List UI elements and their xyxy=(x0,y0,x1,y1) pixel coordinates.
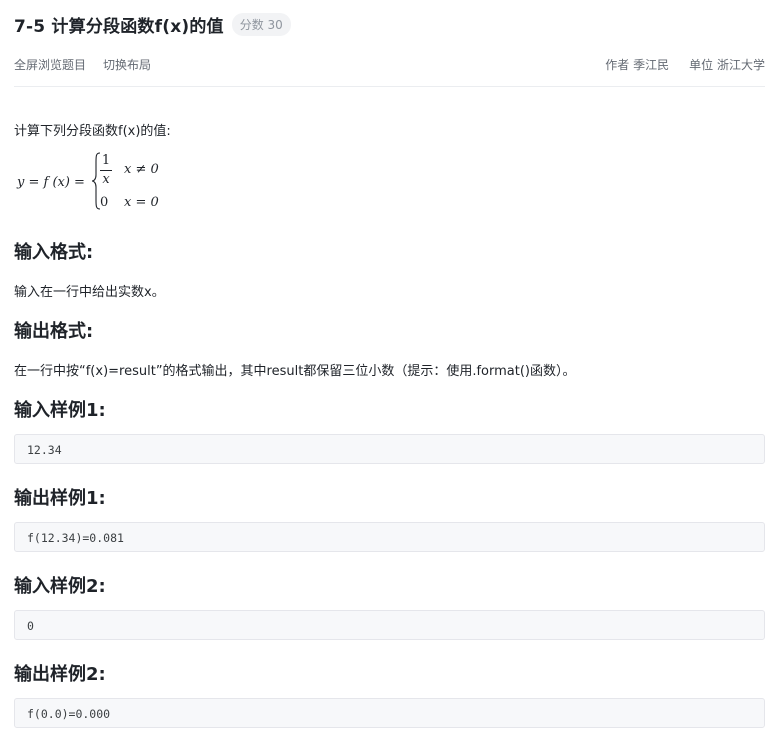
sample-output-1-box[interactable]: f(12.34)=0.081 xyxy=(14,522,765,552)
fraction-bar xyxy=(100,170,112,171)
sample-output-2-heading: 输出样例2: xyxy=(14,664,106,685)
case1-condition: x ≠ 0 xyxy=(124,162,159,177)
case1-denominator: x xyxy=(102,172,110,187)
output-format-heading: 输出格式: xyxy=(14,321,94,342)
author-meta: 作者 季江民 xyxy=(605,56,669,73)
formula-lhs: y = f (x) = xyxy=(17,175,85,190)
piecewise-formula: y = f (x) = 1 x x ≠ 0 0 x = 0 xyxy=(14,151,765,221)
author-label: 作者 xyxy=(605,58,630,72)
sample-output-1-section: 输出样例1: xyxy=(14,484,765,510)
input-format-heading: 输入格式: xyxy=(14,242,94,263)
sample-input-2-box[interactable]: 0 xyxy=(14,610,765,640)
case2-condition: x = 0 xyxy=(124,195,159,210)
problem-page: 7-5 计算分段函数f(x)的值 分数 30 全屏浏览题目 切换布局 作者 季江… xyxy=(0,0,783,746)
author-name: 季江民 xyxy=(633,58,670,72)
sample-input-2-heading: 输入样例2: xyxy=(14,576,106,597)
unit-meta: 单位 浙江大学 xyxy=(689,56,765,73)
case2-value: 0 xyxy=(100,195,109,210)
toolbar-actions: 全屏浏览题目 切换布局 xyxy=(14,56,151,73)
fullscreen-view-button[interactable]: 全屏浏览题目 xyxy=(14,56,86,73)
sample-input-1-box[interactable]: 12.34 xyxy=(14,434,765,464)
problem-toolbar: 全屏浏览题目 切换布局 作者 季江民 单位 浙江大学 xyxy=(14,56,765,74)
problem-content: 计算下列分段函数f(x)的值: y = f (x) = 1 x x ≠ 0 0 … xyxy=(14,120,765,728)
sample-output-1-heading: 输出样例1: xyxy=(14,488,106,509)
switch-layout-button[interactable]: 切换布局 xyxy=(103,56,151,73)
output-format-text: 在一行中按“f(x)=result”的格式输出，其中result都保留三位小数（… xyxy=(14,364,576,379)
output-format-section: 输出格式: xyxy=(14,317,765,343)
sample-output-2-section: 输出样例2: xyxy=(14,660,765,686)
input-format-section: 输入格式: xyxy=(14,238,765,264)
problem-title: 7-5 计算分段函数f(x)的值 xyxy=(14,17,224,37)
sample-input-1-section: 输入样例1: xyxy=(14,396,765,422)
problem-meta: 作者 季江民 单位 浙江大学 xyxy=(605,56,765,73)
sample-input-2-section: 输入样例2: xyxy=(14,572,765,598)
sample-input-1-heading: 输入样例1: xyxy=(14,400,106,421)
header-divider xyxy=(14,86,765,87)
case1-numerator: 1 xyxy=(101,153,111,168)
problem-intro: 计算下列分段函数f(x)的值: xyxy=(14,124,171,139)
sample-output-2-box[interactable]: f(0.0)=0.000 xyxy=(14,698,765,728)
case1-fraction: 1 x xyxy=(100,153,112,188)
title-row: 7-5 计算分段函数f(x)的值 分数 30 xyxy=(14,12,291,37)
unit-label: 单位 xyxy=(689,58,714,72)
input-format-text: 输入在一行中给出实数x。 xyxy=(14,285,165,300)
score-badge: 分数 30 xyxy=(231,13,291,36)
unit-name: 浙江大学 xyxy=(716,58,765,72)
